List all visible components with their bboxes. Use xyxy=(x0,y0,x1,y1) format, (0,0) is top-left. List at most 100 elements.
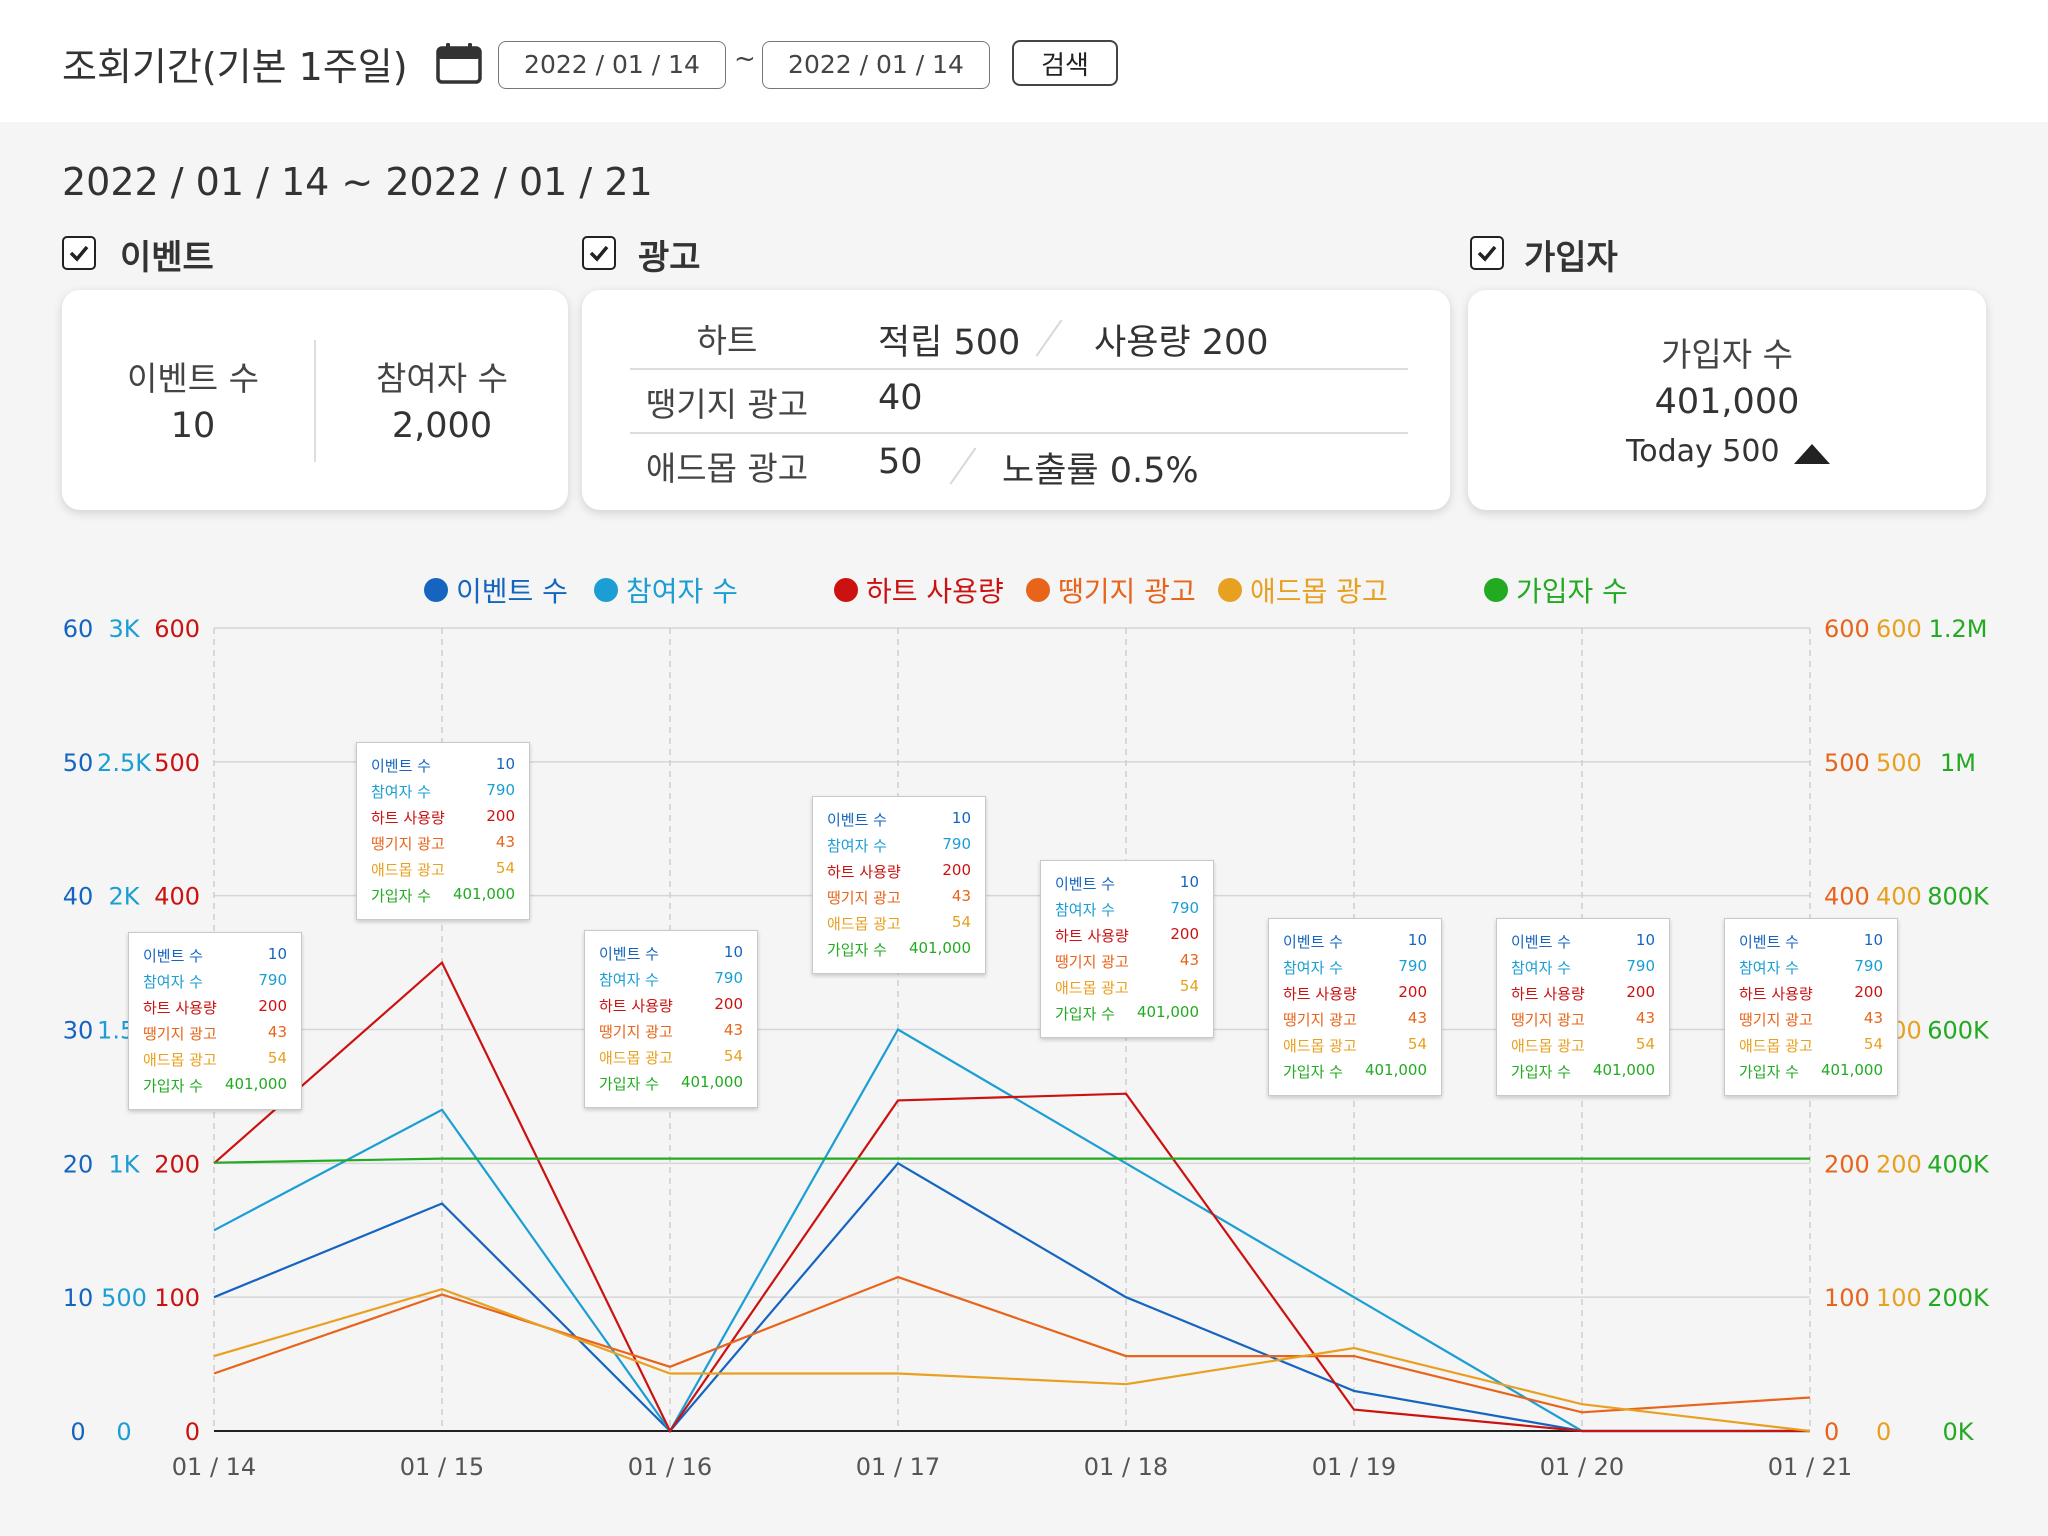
tooltip-row: 참여자 수 790 xyxy=(827,835,971,856)
tooltip-label: 가입자 수 xyxy=(827,941,887,959)
tooltip-row: 가입자 수 401,000 xyxy=(827,939,971,960)
calendar-icon[interactable] xyxy=(436,42,482,84)
tooltip-label: 땡기지 광고 xyxy=(1739,1011,1813,1029)
tooltip-label: 애드몹 광고 xyxy=(1511,1037,1585,1055)
tooltip-label: 하트 사용량 xyxy=(371,809,445,827)
tooltip-label: 땡기지 광고 xyxy=(827,889,901,907)
signup-summary-card: 가입자 수 401,000 Today 500 xyxy=(1468,290,1986,510)
tooltip-row: 땡기지 광고 43 xyxy=(1055,951,1199,972)
y-tick-label: 500 xyxy=(101,1284,147,1312)
tooltip-row: 이벤트 수 10 xyxy=(599,943,743,964)
y-tick-label: 800K xyxy=(1927,883,1990,911)
tooltip-value: 54 xyxy=(1863,1035,1883,1053)
y-tick-label: 600 xyxy=(1876,615,1922,643)
participant-count-label: 참여자 수 xyxy=(376,359,508,398)
tooltip-value: 200 xyxy=(942,861,971,879)
signup-count-value: 401,000 xyxy=(1654,382,1800,422)
y-tick-label: 400 xyxy=(1824,883,1870,911)
tooltip-row: 참여자 수 790 xyxy=(1739,957,1883,978)
end-date-input[interactable] xyxy=(762,41,990,89)
tooltip-row: 참여자 수 790 xyxy=(1055,899,1199,920)
tooltip-label: 가입자 수 xyxy=(371,887,431,905)
tooltip-value: 790 xyxy=(258,971,287,989)
tooltip-row: 애드몹 광고 54 xyxy=(599,1047,743,1068)
tooltip-label: 이벤트 수 xyxy=(371,757,431,775)
y-tick-label: 1.2M xyxy=(1929,615,1988,643)
tooltip-label: 이벤트 수 xyxy=(1739,933,1799,951)
heart-label: 하트 xyxy=(696,321,758,360)
tooltip-label: 땡기지 광고 xyxy=(1283,1011,1357,1029)
tooltip-row: 이벤트 수 10 xyxy=(1511,931,1655,952)
y-tick-label: 60 xyxy=(63,615,94,643)
y-tick-label: 400 xyxy=(154,883,200,911)
y-tick-label: 500 xyxy=(1824,749,1870,777)
tooltip-value: 10 xyxy=(1179,873,1199,891)
tooltip-row: 참여자 수 790 xyxy=(371,781,515,802)
tooltip-row: 이벤트 수 10 xyxy=(143,945,287,966)
tooltip-row: 이벤트 수 10 xyxy=(371,755,515,776)
tooltip-value: 43 xyxy=(495,833,515,851)
legend-dot-icon xyxy=(1218,578,1242,602)
tooltip-label: 가입자 수 xyxy=(1511,1063,1571,1081)
y-tick-label: 200 xyxy=(154,1150,200,1178)
data-tooltip: 이벤트 수 10 참여자 수 790 하트 사용량 200 땡기지 광고 43 애드몹 광고 54… xyxy=(584,930,758,1108)
ad-section-label: 광고 xyxy=(638,238,701,278)
row-divider xyxy=(630,432,1408,434)
check-icon xyxy=(589,245,609,262)
legend-dot-icon xyxy=(834,578,858,602)
y-tick-label: 200 xyxy=(1824,1150,1870,1178)
ad-checkbox[interactable] xyxy=(582,236,616,270)
tooltip-label: 애드몹 광고 xyxy=(1055,979,1129,997)
tooltip-label: 참여자 수 xyxy=(1739,959,1799,977)
event-count-value: 10 xyxy=(170,406,216,446)
search-button[interactable]: 검색 xyxy=(1012,40,1118,86)
y-tick-label: 200 xyxy=(1876,1150,1922,1178)
participant-count-value: 2,000 xyxy=(391,406,493,446)
y-tick-label: 400K xyxy=(1927,1150,1990,1178)
tooltip-label: 가입자 수 xyxy=(599,1075,659,1093)
tooltip-label: 땡기지 광고 xyxy=(371,835,445,853)
y-tick-label: 50 xyxy=(63,749,94,777)
signup-section-label: 가입자 xyxy=(1524,238,1618,278)
tooltip-row: 이벤트 수 10 xyxy=(1739,931,1883,952)
tooltip-label: 애드몹 광고 xyxy=(599,1049,673,1067)
tooltip-row: 하트 사용량 200 xyxy=(143,997,287,1018)
tooltip-row: 애드몹 광고 54 xyxy=(1055,977,1199,998)
tooltip-value: 43 xyxy=(1179,951,1199,969)
tooltip-value: 401,000 xyxy=(1136,1003,1199,1021)
legend-dot-icon xyxy=(594,578,618,602)
tooltip-row: 땡기지 광고 43 xyxy=(1511,1009,1655,1030)
start-date-input[interactable] xyxy=(498,41,726,89)
tooltip-value: 10 xyxy=(1407,931,1427,949)
data-tooltip: 이벤트 수 10 참여자 수 790 하트 사용량 200 땡기지 광고 43 애드몹 광고 54… xyxy=(1040,860,1214,1038)
tooltip-value: 43 xyxy=(1407,1009,1427,1027)
tooltip-label: 애드몹 광고 xyxy=(1283,1037,1357,1055)
tooltip-value: 790 xyxy=(1398,957,1427,975)
tooltip-row: 애드몹 광고 54 xyxy=(371,859,515,880)
tooltip-label: 참여자 수 xyxy=(1511,959,1571,977)
slash-divider xyxy=(949,447,977,485)
y-tick-label: 0 xyxy=(1876,1418,1891,1446)
y-tick-label: 30 xyxy=(63,1017,94,1045)
tooltip-value: 200 xyxy=(258,997,287,1015)
tooltip-row: 땡기지 광고 43 xyxy=(143,1023,287,1044)
y-tick-label: 2K xyxy=(108,883,140,911)
admob-exposure-value: 노출률 0.5% xyxy=(1002,451,1199,491)
tooltip-label: 하트 사용량 xyxy=(827,863,901,881)
heart-used-value: 사용량 200 xyxy=(1094,323,1269,363)
event-summary-card: 이벤트 수 10 참여자 수 2,000 xyxy=(62,290,568,510)
y-tick-label: 400 xyxy=(1876,883,1922,911)
tooltip-row: 이벤트 수 10 xyxy=(827,809,971,830)
tooltip-value: 54 xyxy=(723,1047,743,1065)
tooltip-value: 10 xyxy=(723,943,743,961)
check-icon xyxy=(1477,245,1497,262)
tooltip-row: 참여자 수 790 xyxy=(1283,957,1427,978)
tooltip-value: 200 xyxy=(1398,983,1427,1001)
tooltip-row: 애드몹 광고 54 xyxy=(1283,1035,1427,1056)
date-range-label: 2022 / 01 / 14 ~ 2022 / 01 / 21 xyxy=(62,160,653,204)
tooltip-row: 애드몹 광고 54 xyxy=(1511,1035,1655,1056)
signup-checkbox[interactable] xyxy=(1470,236,1504,270)
event-checkbox[interactable] xyxy=(62,236,96,270)
tooltip-label: 이벤트 수 xyxy=(1511,933,1571,951)
y-tick-label: 0 xyxy=(70,1418,85,1446)
